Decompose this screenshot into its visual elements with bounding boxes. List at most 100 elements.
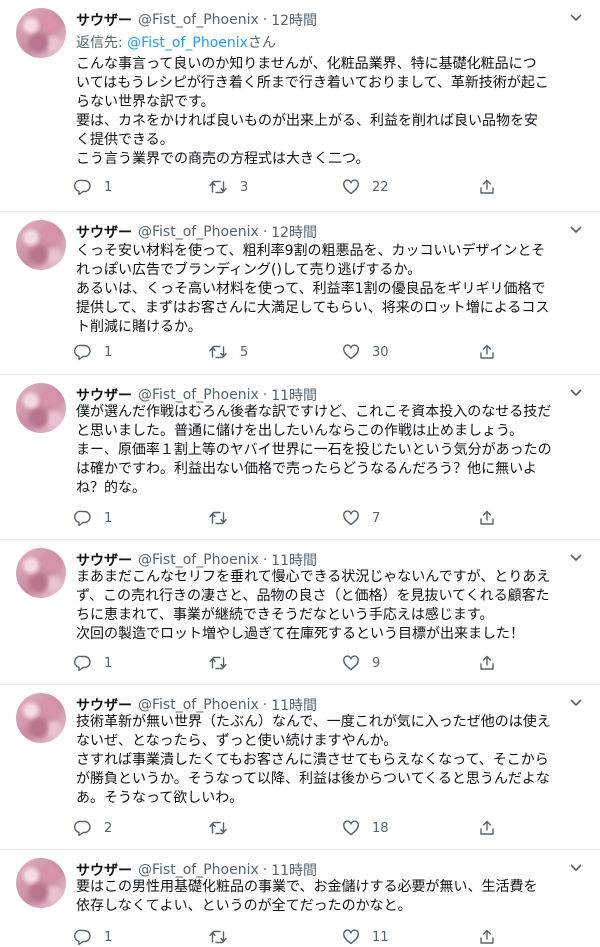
user-handle[interactable]: @Fist_of_Phoenix	[138, 862, 259, 878]
reply-button[interactable]: 1	[74, 927, 112, 947]
display-name[interactable]: サウザー	[76, 550, 132, 570]
retweet-button[interactable]	[208, 927, 240, 947]
avatar[interactable]	[16, 548, 66, 598]
avatar[interactable]	[16, 8, 66, 58]
timestamp[interactable]: 12時間	[271, 10, 317, 30]
retweet-button[interactable]	[208, 653, 240, 673]
share-button[interactable]	[478, 177, 496, 197]
tweet-text: 僕が選んだ作戦はむろん後者な訳ですけど、これこそ資本投入のなせる技だ と思いまし…	[76, 403, 596, 498]
display-name[interactable]: サウザー	[76, 10, 132, 30]
tweet-line: ちに恵まれて、事業が継続できそうだなという手応えは感じます。	[76, 607, 494, 623]
like-button[interactable]: 11	[342, 927, 389, 947]
reply-suffix: さん	[247, 35, 276, 51]
user-handle[interactable]: @Fist_of_Phoenix	[138, 12, 259, 28]
retweet-icon	[209, 930, 227, 944]
reply-button[interactable]: 1	[74, 342, 112, 362]
retweet-icon	[209, 511, 227, 525]
display-name[interactable]: サウザー	[76, 695, 132, 715]
reply-icon	[74, 510, 91, 527]
display-name[interactable]: サウザー	[76, 385, 132, 405]
user-handle[interactable]: @Fist_of_Phoenix	[138, 697, 259, 713]
separator-dot: ·	[262, 387, 268, 403]
tweet-actions: 2 18	[74, 818, 514, 838]
reply-icon	[74, 820, 91, 837]
tweet-line: くっそ安い材料を使って、粗利率9割の粗悪品を、カッコいいデザインとそ	[76, 243, 546, 259]
reply-icon	[74, 179, 91, 196]
reply-count: 1	[104, 344, 113, 360]
reply-button[interactable]: 2	[74, 818, 112, 838]
retweet-count: 5	[240, 344, 249, 360]
like-count: 22	[372, 179, 389, 195]
tweet-line: まあまだこんなセリフを垂れて慢心できる状況じゃないんですが、とりあえ	[76, 569, 551, 585]
avatar[interactable]	[16, 383, 66, 433]
retweet-count: 3	[240, 179, 249, 195]
tweet[interactable]: サウザー @Fist_of_Phoenix · 12時間 くっそ安い材料を使って…	[0, 212, 600, 375]
share-icon	[480, 929, 494, 944]
share-button[interactable]	[478, 342, 496, 362]
like-button[interactable]: 22	[342, 177, 389, 197]
timestamp[interactable]: 11時間	[271, 695, 317, 715]
retweet-button[interactable]	[208, 818, 240, 838]
timestamp[interactable]: 11時間	[271, 550, 317, 570]
like-button[interactable]: 30	[342, 342, 389, 362]
user-handle[interactable]: @Fist_of_Phoenix	[138, 224, 259, 240]
reply-button[interactable]: 1	[74, 653, 112, 673]
like-button[interactable]: 18	[342, 818, 389, 838]
like-button[interactable]: 7	[342, 508, 380, 528]
chevron-down-icon[interactable]	[568, 222, 584, 238]
reply-icon	[74, 655, 91, 672]
tweet[interactable]: サウザー @Fist_of_Phoenix · 11時間 要はこの男性用基礎化粧…	[0, 850, 600, 946]
avatar[interactable]	[16, 693, 66, 743]
tweet-text: 技術革新が無い世界（たぶん）なんで、一度これが気に入ったぜ他のは使え ないぜ、と…	[76, 713, 596, 808]
like-button[interactable]: 9	[342, 653, 380, 673]
chevron-down-icon[interactable]	[568, 550, 584, 566]
user-handle[interactable]: @Fist_of_Phoenix	[138, 387, 259, 403]
avatar[interactable]	[16, 858, 66, 908]
reply-count: 1	[104, 510, 113, 526]
user-handle[interactable]: @Fist_of_Phoenix	[138, 552, 259, 568]
timestamp[interactable]: 11時間	[271, 385, 317, 405]
tweet-line: いてはもうレシピが行き着く所まで行き着いておりまして、革新技術が起こ	[76, 75, 549, 91]
tweet-line: 要はこの男性用基礎化粧品の事業で、お金儲けする必要が無い、生活費を	[76, 879, 538, 895]
tweet-line: さすれば事業潰したくてもお客さんに潰させてもらえなくなって、そこから	[76, 752, 549, 768]
reply-button[interactable]: 1	[74, 177, 112, 197]
reply-mention[interactable]: @Fist_of_Phoenix	[127, 35, 248, 51]
retweet-icon	[209, 656, 227, 670]
reply-icon	[74, 929, 91, 946]
heart-icon	[343, 655, 359, 671]
separator-dot: ·	[262, 12, 268, 28]
reply-count: 1	[104, 655, 113, 671]
share-button[interactable]	[478, 818, 496, 838]
heart-icon	[343, 510, 359, 526]
display-name[interactable]: サウザー	[76, 860, 132, 880]
reply-button[interactable]: 1	[74, 508, 112, 528]
share-button[interactable]	[478, 927, 496, 947]
chevron-down-icon[interactable]	[568, 695, 584, 711]
retweet-button[interactable]	[208, 508, 240, 528]
reply-count: 2	[104, 820, 113, 836]
chevron-down-icon[interactable]	[568, 10, 584, 26]
chevron-down-icon[interactable]	[568, 860, 584, 876]
tweet-line: 依存しなくてよい、というのが全てだったのかなと。	[76, 898, 412, 914]
tweet-actions: 1 7	[74, 508, 514, 528]
like-count: 7	[372, 510, 381, 526]
tweet[interactable]: サウザー @Fist_of_Phoenix · 12時間 返信先: @Fist_…	[0, 0, 600, 212]
retweet-button[interactable]: 3	[208, 177, 248, 197]
tweet[interactable]: サウザー @Fist_of_Phoenix · 11時間 まあまだこんなセリフを…	[0, 540, 600, 685]
display-name[interactable]: サウザー	[76, 222, 132, 242]
retweet-icon	[209, 821, 227, 835]
retweet-button[interactable]: 5	[208, 342, 248, 362]
tweet-text: こんな事言って良いのか知りませんが、化粧品業界、特に基礎化粧品につ いてはもうレ…	[76, 55, 596, 169]
timestamp[interactable]: 12時間	[271, 222, 317, 242]
timestamp[interactable]: 11時間	[271, 860, 317, 880]
tweet[interactable]: サウザー @Fist_of_Phoenix · 11時間 技術革新が無い世界（た…	[0, 685, 600, 850]
tweet-header: サウザー @Fist_of_Phoenix · 11時間	[76, 695, 317, 715]
tweet-line: く提供できる。	[76, 132, 174, 148]
chevron-down-icon[interactable]	[568, 385, 584, 401]
tweet[interactable]: サウザー @Fist_of_Phoenix · 11時間 僕が選んだ作戦はむろん…	[0, 375, 600, 540]
avatar[interactable]	[16, 220, 66, 270]
tweet-line: れっぽい広告でブランディング()して売り逃げするか。	[76, 262, 422, 278]
share-button[interactable]	[478, 508, 496, 528]
like-count: 18	[372, 820, 389, 836]
share-button[interactable]	[478, 653, 496, 673]
